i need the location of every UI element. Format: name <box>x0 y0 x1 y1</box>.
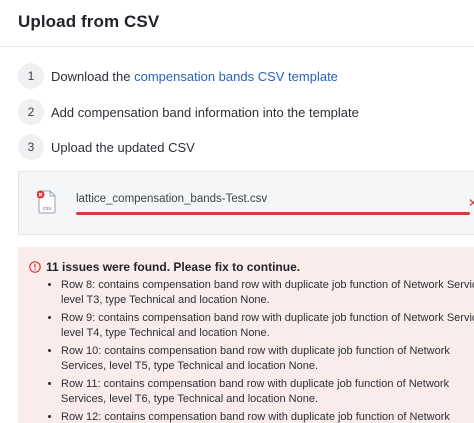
step-upload-csv: 3 Upload the updated CSV <box>18 134 195 160</box>
header-divider <box>0 46 474 47</box>
error-list-item: Row 11: contains compensation band row w… <box>61 377 474 407</box>
error-list: Row 8: contains compensation band row wi… <box>45 278 474 423</box>
step-number-badge: 2 <box>18 99 44 125</box>
upload-error-progress-bar <box>76 212 470 215</box>
step-text: Upload the updated CSV <box>51 139 195 155</box>
download-template-link[interactable]: compensation bands CSV template <box>134 69 338 84</box>
step-text-prefix: Download the <box>51 68 135 84</box>
uploaded-file-name: lattice_compensation_bands-Test.csv <box>76 193 268 205</box>
csv-file-error-icon: CSV <box>37 190 56 214</box>
error-list-item: Row 12: contains compensation band row w… <box>61 410 474 423</box>
step-number-badge: 1 <box>18 63 44 89</box>
error-list-item: Row 9: contains compensation band row wi… <box>61 311 474 341</box>
modal-title: Upload from CSV <box>18 12 160 31</box>
error-list-item: Row 10: contains compensation band row w… <box>61 344 474 374</box>
step-add-info: 2 Add compensation band information into… <box>18 99 359 125</box>
error-heading: 11 issues were found. Please fix to cont… <box>46 260 301 274</box>
step-text: Add compensation band information into t… <box>51 104 359 120</box>
error-list-item: Row 8: contains compensation band row wi… <box>61 278 474 308</box>
alert-circle-icon <box>29 261 41 273</box>
uploaded-file-card: CSV lattice_compensation_bands-Test.csv … <box>18 171 474 235</box>
step-text: Download the compensation bands CSV temp… <box>51 69 338 84</box>
error-alert: 11 issues were found. Please fix to cont… <box>18 247 474 423</box>
step-download-template: 1 Download the compensation bands CSV te… <box>18 63 338 89</box>
upload-csv-modal: Upload from CSV 1 Download the compensat… <box>0 0 474 423</box>
file-icon-label: CSV <box>43 206 52 211</box>
step-number-badge: 3 <box>18 134 44 160</box>
close-icon[interactable]: ✕ <box>468 197 474 209</box>
